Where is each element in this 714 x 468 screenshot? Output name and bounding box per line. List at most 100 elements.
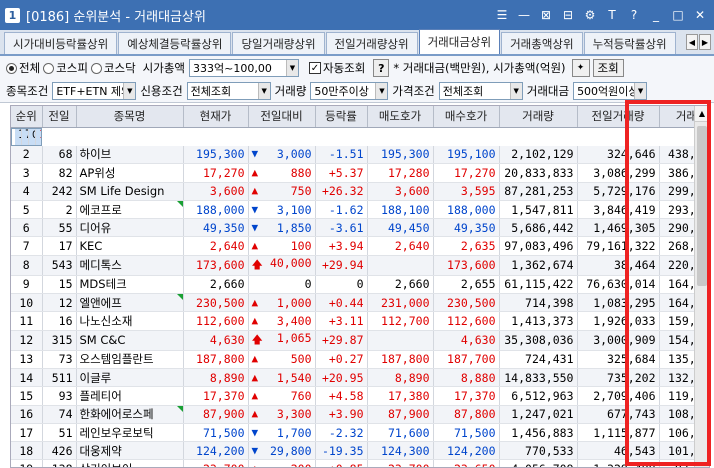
table-row[interactable]: 18 426 대웅제약 124,200 ▼ 29,800 -19.35 124,300 124,…	[11, 441, 709, 461]
column-header-2[interactable]: 종목명	[76, 106, 184, 128]
cell-pvol: 3,086,299	[577, 163, 660, 183]
cell-price: 188,000	[183, 200, 249, 220]
table-row[interactable]: 15 93 플레티어 17,370 ▲ 760 +4.58 17,380 17,370 6,512…	[11, 386, 709, 406]
table-row[interactable]: 3 82 AP위성 17,270 ▲ 880 +5.37 17,280 17,270 20,833…	[11, 163, 709, 183]
column-header-9[interactable]: 전일거래량	[577, 106, 660, 128]
cell-prev: 17	[42, 236, 77, 256]
cell-price: 112,600	[183, 311, 249, 331]
column-header-5[interactable]: 등락률	[315, 106, 368, 128]
cell-prev: 138	[42, 459, 77, 467]
table-row[interactable]: 7 17 KEC 2,640 ▲ 100 +3.94 2,640 2,635 97,083,496…	[11, 236, 709, 256]
table-row[interactable]: 14 511 이글루 8,890 ▲ 1,540 +20.95 8,890 8,880 14,83…	[11, 368, 709, 388]
table-row[interactable]: 13 73 오스템임플란트 187,800 ▲ 500 +0.27 187,800 187,70…	[11, 350, 709, 369]
menu-icon[interactable]: ☰	[492, 6, 512, 24]
table-row[interactable]: 10 12 엘앤에프 230,500 ▲ 1,000 +0.44 231,000 230,500…	[11, 293, 709, 313]
column-header-4[interactable]: 전일대비	[248, 106, 316, 128]
tab-5[interactable]: 거래총액상위	[501, 32, 583, 54]
query-button[interactable]: 조회	[592, 59, 624, 77]
price-select[interactable]: 전체조회 ▼	[438, 81, 523, 100]
mcap-label: 시가총액	[142, 61, 185, 75]
window-close-icon[interactable]: ✕	[690, 6, 710, 24]
table-row[interactable]: 6 55 디어유 49,350 ▼ 1,850 -3.61 49,450 49,350 5,686…	[11, 218, 709, 238]
table-row[interactable]: 8 543 메디톡스 173,600 🡅 40,000 +29.94 173,600 1,362…	[11, 255, 709, 276]
close-panel-icon[interactable]: ⊠	[536, 6, 556, 24]
up-triangle-icon: ▲	[251, 370, 259, 384]
cell-prev: 12	[42, 293, 77, 313]
table-row[interactable]: 4 242 SM Life Design 3,600 ▲ 750 +26.32 3,600 3,…	[11, 182, 709, 201]
cell-ask: 2,640	[367, 236, 434, 256]
table-row[interactable]: 16 74 한화에어로스페 87,900 ▲ 3,300 +3.90 87,900 87,800…	[11, 405, 709, 424]
cell-bid: 2,635	[433, 236, 500, 256]
table-row[interactable]: 11 16 나노신소재 112,600 ▲ 3,400 +3.11 112,700 112,60…	[11, 311, 709, 331]
radio-kosdaq[interactable]: 코스닥	[90, 60, 136, 76]
help-button[interactable]: ?	[373, 59, 390, 77]
cell-prev: 16	[42, 311, 77, 331]
tab-scroll-right-icon[interactable]: ▶	[699, 34, 711, 50]
radio-kospi[interactable]: 코스피	[43, 60, 88, 76]
table-row[interactable]: 12 315 SM C&C 4,630 🡅 1,065 +29.87 4,630 35,308,…	[11, 330, 709, 351]
cell-vol: 724,431	[499, 350, 578, 369]
cell-change: ▲ 1,540	[248, 368, 316, 388]
column-header-7[interactable]: 매수호가	[433, 106, 500, 128]
column-header-8[interactable]: 거래량	[499, 106, 578, 128]
vertical-scrollbar[interactable]: ▲	[694, 106, 709, 467]
cell-change: 0	[248, 275, 316, 295]
window-maximize-icon[interactable]: □	[668, 6, 688, 24]
link-icon[interactable]: ⊟	[558, 6, 578, 24]
cell-name: 플레티어	[76, 386, 184, 406]
up-triangle-icon: ▲	[251, 388, 259, 402]
column-header-1[interactable]: 전일	[42, 106, 77, 128]
title-bar: 1 [0186] 순위분석 - 거래대금상위 ☰ — ⊠ ⊟ ⚙ T ? _ □…	[0, 0, 714, 30]
cell-bid: 124,200	[433, 441, 500, 461]
tab-scroll-left-icon[interactable]: ◀	[686, 34, 698, 50]
cell-pvol: 325,684	[577, 350, 660, 369]
font-icon[interactable]: T	[602, 6, 622, 24]
cell-change: 🡅 1,065	[248, 330, 316, 351]
cell-rank: 9	[11, 275, 43, 295]
tab-3[interactable]: 전일거래량상위	[325, 32, 418, 54]
table-row[interactable]: 5 2 에코프로 188,000 ▼ 3,100 -1.62 188,100 188,000 1,…	[11, 200, 709, 220]
tab-1[interactable]: 예상체결등락률상위	[118, 32, 232, 54]
tab-6[interactable]: 누적등락률상위	[583, 32, 676, 54]
cond-select[interactable]: ETF+ETN 제외 ▼	[52, 81, 137, 100]
column-header-0[interactable]: 순위	[11, 106, 43, 128]
table-row[interactable]: 2 68 하이브 195,300 ▼ 3,000 -1.51 195,300 195,100 2,…	[11, 145, 709, 165]
cell-price: 187,800	[183, 350, 249, 369]
scroll-thumb[interactable]	[697, 126, 707, 286]
cell-price: 87,900	[183, 405, 249, 424]
cell-rate: +0.85	[315, 459, 368, 467]
table-row[interactable]: 19138삼기이브이23,700▲200+0.8523,70023,6504,0…	[11, 459, 709, 467]
auto-query-checkbox[interactable]: ✓	[309, 62, 321, 74]
radio-all[interactable]: 전체	[6, 60, 40, 76]
up-triangle-icon: ▲	[251, 407, 259, 421]
settings-icon[interactable]: ⚙	[580, 6, 600, 24]
cell-name: 하이브	[76, 145, 184, 165]
cell-ask: 87,900	[367, 405, 434, 424]
cell-pvol: 2,709,406	[577, 386, 660, 406]
column-header-6[interactable]: 매도호가	[367, 106, 434, 128]
column-header-3[interactable]: 현재가	[183, 106, 249, 128]
help-icon[interactable]: ?	[624, 6, 644, 24]
chevron-down-icon: ▼	[509, 82, 522, 99]
minimize-panel-icon[interactable]: —	[514, 6, 534, 24]
tab-4[interactable]: 거래대금상위	[418, 29, 501, 54]
settings-button[interactable]: ✦	[571, 59, 590, 77]
amount-select[interactable]: 500억원이상 ▼	[573, 81, 648, 100]
cell-price: 124,200	[183, 441, 249, 461]
cell-name: 이글루	[76, 368, 184, 388]
mcap-select[interactable]: 333억~100,00 ▼	[189, 59, 299, 77]
down-triangle-icon: ▼	[251, 443, 259, 457]
tab-2[interactable]: 당일거래량상위	[232, 32, 325, 54]
vol-select[interactable]: 50만주이상 ▼	[310, 81, 389, 100]
table-row[interactable]: 17 51 레인보우로보틱 71,500 ▼ 1,700 -2.32 71,600 71,500…	[11, 423, 709, 443]
tab-0[interactable]: 시가대비등락률상위	[4, 32, 118, 54]
cell-change: ▲ 760	[248, 386, 316, 406]
cell-prev: 426	[42, 441, 77, 461]
cell-rank: 13	[11, 350, 43, 369]
credit-select[interactable]: 전체조회 ▼	[186, 81, 271, 100]
table-row[interactable]: 17에스엠114,700▲16,200+16.45114,700114,6008…	[11, 127, 42, 146]
scroll-up-icon[interactable]: ▲	[695, 106, 709, 122]
table-row[interactable]: 9 15 MDS테크 2,660 0 0 2,660 2,655 61,115,422 76,63…	[11, 275, 709, 295]
up-triangle-icon: ▲	[251, 239, 259, 253]
window-minimize-icon[interactable]: _	[646, 6, 666, 24]
